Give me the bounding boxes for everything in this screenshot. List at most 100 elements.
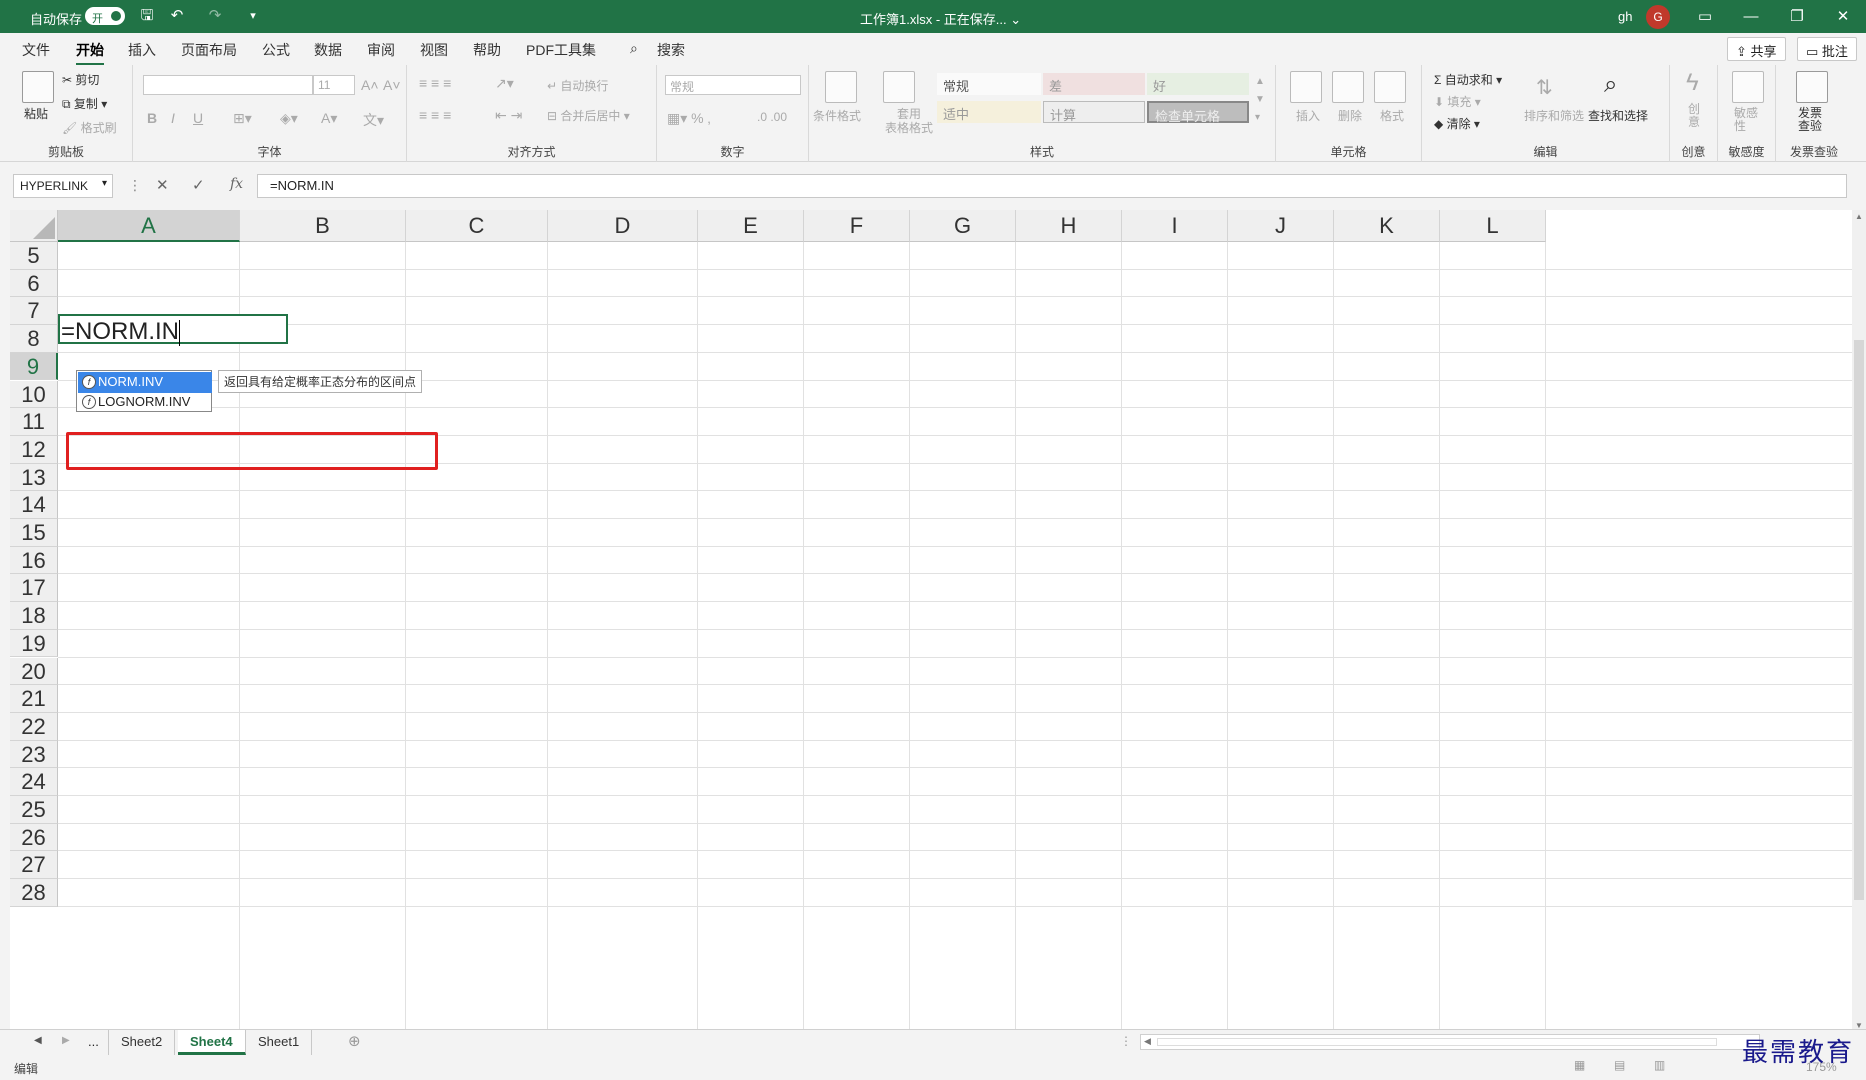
find-select-button[interactable]: 查找和选择 bbox=[1588, 107, 1648, 124]
column-header-c[interactable]: C bbox=[406, 210, 548, 242]
italic-button[interactable]: I bbox=[171, 110, 175, 126]
border-icon[interactable]: ⊞▾ bbox=[233, 110, 252, 127]
phonetic-icon[interactable]: 文▾ bbox=[363, 110, 384, 130]
share-button[interactable]: ⇪ 共享 bbox=[1727, 37, 1786, 61]
select-all-button[interactable] bbox=[10, 210, 58, 242]
sheet-next-icon[interactable]: ▶ bbox=[62, 1035, 70, 1046]
bold-button[interactable]: B bbox=[147, 110, 157, 126]
user-avatar[interactable]: G bbox=[1646, 5, 1670, 29]
sheet-tab-sheet1[interactable]: Sheet1 bbox=[246, 1030, 313, 1055]
vertical-scrollbar[interactable]: ▲ ▼ bbox=[1852, 210, 1866, 1032]
font-name-select[interactable] bbox=[143, 75, 313, 95]
indent-icon[interactable]: ⇤ ⇥ bbox=[495, 107, 522, 124]
save-icon[interactable]: 🖫 bbox=[137, 6, 157, 26]
row-header-14[interactable]: 14 bbox=[10, 491, 58, 519]
find-select-icon[interactable]: ⌕ bbox=[1604, 71, 1617, 99]
horizontal-scroll-thumb[interactable] bbox=[1157, 1038, 1717, 1046]
row-header-12[interactable]: 12 bbox=[10, 435, 58, 464]
insert-function-icon[interactable]: fx bbox=[230, 176, 243, 192]
row-header-18[interactable]: 18 bbox=[10, 602, 58, 630]
cut-button[interactable]: ✂ 剪切 bbox=[62, 71, 99, 88]
delete-cells-icon[interactable] bbox=[1332, 71, 1364, 103]
format-cells-button[interactable]: 格式 bbox=[1380, 107, 1404, 124]
tab-split-handle-icon[interactable]: ⋮ bbox=[1120, 1034, 1132, 1048]
redo-icon[interactable]: ↷ bbox=[205, 6, 225, 26]
sort-filter-icon[interactable]: ⇅ bbox=[1536, 75, 1553, 100]
sheet-more-button[interactable]: ... bbox=[88, 1034, 99, 1049]
tab-formulas[interactable]: 公式 bbox=[262, 40, 290, 60]
conditional-format-icon[interactable] bbox=[825, 71, 857, 103]
column-header-e[interactable]: E bbox=[698, 210, 804, 242]
font-size-select[interactable]: 11 bbox=[313, 75, 355, 95]
underline-button[interactable]: U bbox=[193, 110, 203, 126]
style-check-cell[interactable]: 检查单元格 bbox=[1147, 101, 1249, 124]
align-left-icon[interactable]: ≡ ≡ ≡ bbox=[419, 107, 451, 123]
row-header-24[interactable]: 24 bbox=[10, 768, 58, 796]
insert-cells-icon[interactable] bbox=[1290, 71, 1322, 103]
sensitivity-icon[interactable] bbox=[1732, 71, 1764, 103]
orientation-icon[interactable]: ↗▾ bbox=[495, 75, 514, 92]
grow-font-icon[interactable]: A˄ bbox=[361, 77, 379, 93]
autocomplete-item-norm-inv[interactable]: f NORM.INV bbox=[78, 372, 212, 393]
row-header-19[interactable]: 19 bbox=[10, 629, 58, 658]
row-header-20[interactable]: 20 bbox=[10, 657, 58, 686]
horizontal-scrollbar[interactable]: ◀ bbox=[1140, 1034, 1760, 1050]
style-normal[interactable]: 常规 bbox=[937, 73, 1041, 95]
tab-home[interactable]: 开始 bbox=[76, 40, 104, 66]
column-header-l[interactable]: L bbox=[1440, 210, 1546, 242]
row-header-16[interactable]: 16 bbox=[10, 546, 58, 575]
sheet-tab-sheet2[interactable]: Sheet2 bbox=[108, 1030, 176, 1055]
minimize-icon[interactable]: — bbox=[1728, 0, 1774, 33]
formula-input[interactable]: =NORM.IN bbox=[257, 174, 1847, 198]
style-bad[interactable]: 差 bbox=[1043, 73, 1145, 95]
format-as-table-icon[interactable] bbox=[883, 71, 915, 103]
scroll-left-icon[interactable]: ◀ bbox=[1144, 1036, 1151, 1047]
column-header-h[interactable]: H bbox=[1016, 210, 1122, 242]
sheet-tab-sheet4[interactable]: Sheet4 bbox=[178, 1030, 246, 1055]
clear-button[interactable]: ◆ 清除 ▾ bbox=[1434, 115, 1480, 132]
autosave-toggle[interactable]: 开 bbox=[85, 7, 125, 25]
lightning-icon[interactable]: ϟ bbox=[1686, 69, 1699, 97]
styles-scroll-icon[interactable]: ▲ ▼ ▾ bbox=[1255, 73, 1265, 127]
row-header-13[interactable]: 13 bbox=[10, 463, 58, 492]
column-header-j[interactable]: J bbox=[1228, 210, 1334, 242]
tab-data[interactable]: 数据 bbox=[314, 40, 342, 60]
tab-pdf-tools[interactable]: PDF工具集 bbox=[526, 40, 596, 60]
row-header-7[interactable]: 7 bbox=[10, 297, 58, 326]
autosum-button[interactable]: Σ 自动求和 ▾ bbox=[1434, 71, 1502, 88]
column-header-a[interactable]: A bbox=[58, 210, 240, 242]
row-header-27[interactable]: 27 bbox=[10, 851, 58, 880]
column-header-f[interactable]: F bbox=[804, 210, 910, 242]
style-good[interactable]: 好 bbox=[1147, 73, 1249, 95]
invoice-check-button[interactable]: 发票 查验 bbox=[1798, 107, 1822, 133]
paste-icon[interactable] bbox=[22, 71, 54, 103]
row-header-8[interactable]: 8 bbox=[10, 325, 58, 353]
row-header-6[interactable]: 6 bbox=[10, 269, 58, 298]
invoice-check-icon[interactable] bbox=[1796, 71, 1828, 103]
worksheet-grid[interactable]: ABCDEFGHIJKL 5 6 7 8 9 10 11 12 13 14 15 16 17 18 19 20… bbox=[10, 210, 1852, 1032]
insert-cells-button[interactable]: 插入 bbox=[1296, 107, 1320, 124]
enter-icon[interactable]: ✓ bbox=[192, 176, 205, 194]
row-header-11[interactable]: 11 bbox=[10, 408, 58, 436]
fill-color-icon[interactable]: ◈▾ bbox=[280, 110, 298, 127]
row-header-25[interactable]: 25 bbox=[10, 796, 58, 824]
row-header-23[interactable]: 23 bbox=[10, 740, 58, 769]
name-box[interactable]: HYPERLINK ▾ bbox=[13, 174, 113, 198]
copy-button[interactable]: ⧉ 复制 ▾ bbox=[62, 95, 107, 112]
tab-insert[interactable]: 插入 bbox=[128, 40, 156, 60]
page-layout-view-icon[interactable]: ▤ bbox=[1614, 1058, 1625, 1072]
align-top-icon[interactable]: ≡ ≡ ≡ bbox=[419, 75, 451, 91]
tab-view[interactable]: 视图 bbox=[420, 40, 448, 60]
format-painter-button[interactable]: 🖌 格式刷 bbox=[62, 119, 117, 136]
tab-page-layout[interactable]: 页面布局 bbox=[181, 40, 237, 60]
normal-view-icon[interactable]: ▦ bbox=[1574, 1058, 1585, 1072]
conditional-format-button[interactable]: 条件格式 bbox=[813, 107, 861, 124]
row-header-10[interactable]: 10 bbox=[10, 380, 58, 409]
format-as-table-button[interactable]: 套用 表格格式 bbox=[885, 107, 933, 135]
add-sheet-icon[interactable]: ⊕ bbox=[348, 1032, 361, 1050]
document-title[interactable]: 工作簿1.xlsx - 正在保存... ⌄ bbox=[860, 9, 1021, 28]
undo-icon[interactable]: ↶ bbox=[167, 6, 187, 26]
name-box-dropdown-icon[interactable]: ▾ bbox=[102, 178, 107, 189]
tab-help[interactable]: 帮助 bbox=[473, 40, 501, 60]
column-header-i[interactable]: I bbox=[1122, 210, 1228, 242]
